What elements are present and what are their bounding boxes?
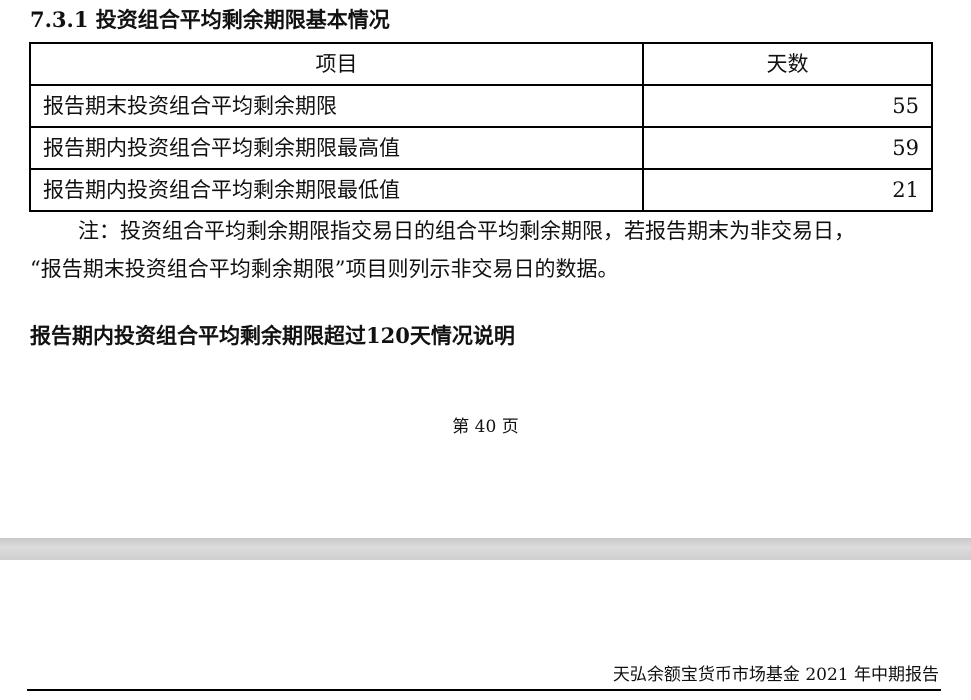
- row-days-value: 59: [642, 126, 933, 170]
- table-header-row: 项目 天数: [29, 42, 933, 86]
- column-header-days: 天数: [642, 42, 933, 86]
- row-item-label: 报告期内投资组合平均剩余期限最高值: [29, 126, 644, 170]
- section-heading: 7.3.1 投资组合平均剩余期限基本情况: [30, 7, 390, 32]
- table-row: 报告期末投资组合平均剩余期限 55: [29, 84, 933, 128]
- header-rule: [27, 689, 941, 691]
- table-note: 注：投资组合平均剩余期限指交易日的组合平均剩余期限，若报告期末为非交易日， “报…: [30, 212, 950, 288]
- table-row: 报告期内投资组合平均剩余期限最高值 59: [29, 126, 933, 170]
- running-header: 天弘余额宝货币市场基金 2021 年中期报告: [612, 665, 939, 685]
- subsection-heading: 报告期内投资组合平均剩余期限超过120天情况说明: [30, 323, 515, 348]
- page-separator: [0, 538, 971, 560]
- row-item-label: 报告期末投资组合平均剩余期限: [29, 84, 644, 128]
- row-days-value: 21: [642, 168, 933, 212]
- row-item-label: 报告期内投资组合平均剩余期限最低值: [29, 168, 644, 212]
- column-header-item: 项目: [29, 42, 644, 86]
- note-line-1: 注：投资组合平均剩余期限指交易日的组合平均剩余期限，若报告期末为非交易日，: [78, 219, 855, 243]
- note-line-2: “报告期末投资组合平均剩余期限”项目则列示非交易日的数据。: [30, 257, 619, 281]
- row-days-value: 55: [642, 84, 933, 128]
- page-number: 第 40 页: [452, 417, 519, 437]
- document-page: 7.3.1 投资组合平均剩余期限基本情况 项目 天数 报告期末投资组合平均剩余期…: [0, 0, 971, 538]
- maturity-table: 项目 天数 报告期末投资组合平均剩余期限 55 报告期内投资组合平均剩余期限最高…: [29, 42, 933, 212]
- table-row: 报告期内投资组合平均剩余期限最低值 21: [29, 168, 933, 212]
